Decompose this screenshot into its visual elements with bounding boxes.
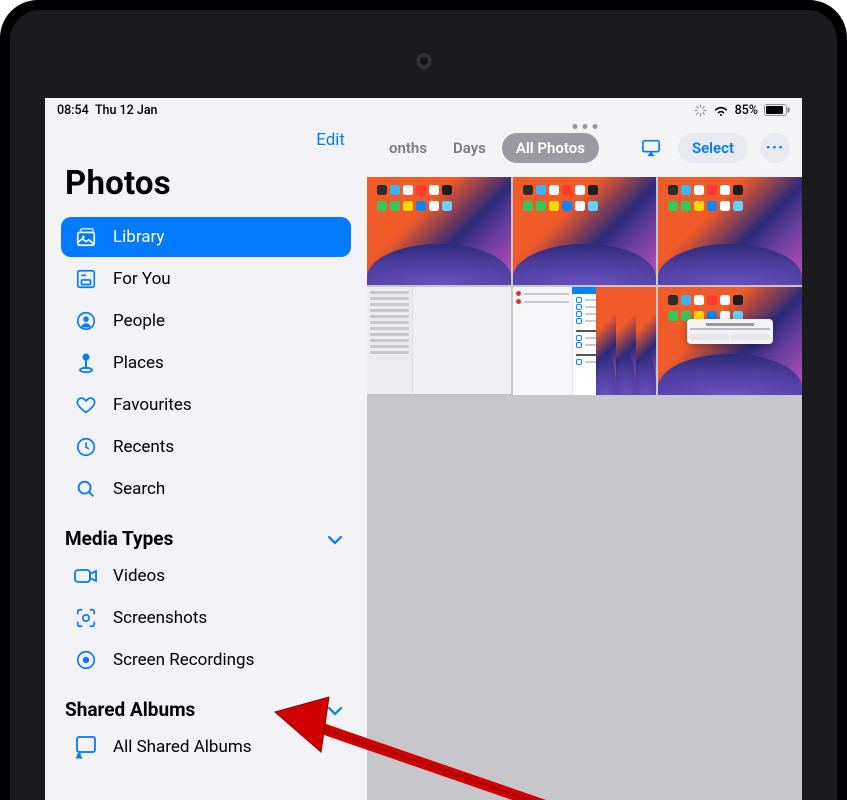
sidebar-title: Photos	[61, 158, 351, 217]
segment-days[interactable]: Days	[443, 133, 496, 163]
status-bar: 08:54 Thu 12 Jan 85%	[45, 98, 802, 120]
sidebar-item-label: Recents	[113, 437, 174, 457]
chevron-down-icon	[327, 527, 343, 550]
front-camera	[416, 53, 432, 69]
loading-icon	[694, 104, 707, 117]
screen-record-icon	[73, 647, 99, 673]
sidebar-item-videos[interactable]: Videos	[61, 556, 351, 596]
wifi-icon	[713, 104, 729, 116]
photo-thumbnail[interactable]	[367, 177, 511, 285]
section-title: Media Types	[65, 527, 173, 550]
photo-thumbnail[interactable]	[513, 287, 657, 395]
select-button[interactable]: Select	[678, 133, 748, 163]
video-icon	[73, 563, 99, 589]
clock-icon	[73, 434, 99, 460]
sidebar-item-all-shared-albums[interactable]: All Shared Albums	[61, 727, 351, 767]
search-icon	[73, 476, 99, 502]
segment-months[interactable]: onths	[379, 133, 437, 163]
photos-app: Edit Photos Library For You	[45, 120, 802, 800]
sidebar-item-label: Screen Recordings	[113, 650, 254, 670]
sidebar-item-for-you[interactable]: For You	[61, 259, 351, 299]
section-title: Shared Albums	[65, 698, 195, 721]
screenshots-icon	[73, 605, 99, 631]
chevron-down-icon	[327, 698, 343, 721]
more-button[interactable]: ···	[760, 133, 790, 163]
sidebar-item-screen-recordings[interactable]: Screen Recordings	[61, 640, 351, 680]
sidebar-item-label: Favourites	[113, 395, 192, 415]
people-icon	[73, 308, 99, 334]
device-frame: 08:54 Thu 12 Jan 85% Edit Photos	[0, 0, 847, 800]
battery-percent: 85%	[735, 103, 758, 118]
segment-all-photos[interactable]: All Photos	[502, 133, 599, 163]
sidebar-nav: Library For You People Places	[61, 217, 351, 509]
battery-icon	[764, 104, 790, 116]
photo-library-icon	[73, 224, 99, 250]
status-date: Thu 12 Jan	[95, 103, 158, 118]
sidebar-item-label: People	[113, 311, 165, 331]
heart-icon	[73, 392, 99, 418]
photo-thumbnail[interactable]	[513, 177, 657, 285]
status-left: 08:54 Thu 12 Jan	[57, 103, 158, 118]
sidebar-item-places[interactable]: Places	[61, 343, 351, 383]
sidebar-item-screenshots[interactable]: Screenshots	[61, 598, 351, 638]
sidebar-item-label: All Shared Albums	[113, 737, 252, 757]
edit-button[interactable]: Edit	[316, 130, 345, 150]
screen: 08:54 Thu 12 Jan 85% Edit Photos	[45, 98, 802, 800]
for-you-icon	[73, 266, 99, 292]
section-header-shared-albums[interactable]: Shared Albums	[61, 680, 351, 727]
sidebar-item-label: Places	[113, 353, 164, 373]
sidebar-item-label: For You	[113, 269, 171, 289]
sidebar-item-search[interactable]: Search	[61, 469, 351, 509]
sidebar-item-label: Library	[113, 227, 164, 247]
sidebar-item-people[interactable]: People	[61, 301, 351, 341]
airplay-button[interactable]	[636, 133, 666, 163]
sidebar-item-label: Search	[113, 479, 165, 499]
places-icon	[73, 350, 99, 376]
device-bezel: 08:54 Thu 12 Jan 85% Edit Photos	[10, 10, 837, 800]
sidebar: Edit Photos Library For You	[45, 120, 367, 800]
airplay-icon	[640, 138, 662, 158]
status-right: 85%	[694, 103, 790, 118]
status-time: 08:54	[57, 103, 89, 118]
sidebar-item-favourites[interactable]: Favourites	[61, 385, 351, 425]
section-header-media-types[interactable]: Media Types	[61, 509, 351, 556]
photo-grid	[367, 177, 802, 395]
more-icon: ···	[766, 138, 784, 158]
shared-album-icon	[73, 734, 99, 760]
sidebar-item-label: Videos	[113, 566, 165, 586]
sidebar-item-recents[interactable]: Recents	[61, 427, 351, 467]
main-content: onths Days All Photos Select ···	[367, 120, 802, 800]
sidebar-item-library[interactable]: Library	[61, 217, 351, 257]
photo-thumbnail[interactable]	[658, 177, 802, 285]
multitask-dots[interactable]	[572, 124, 597, 129]
sidebar-item-label: Screenshots	[113, 608, 207, 628]
view-segments: onths Days All Photos	[379, 133, 599, 163]
photo-thumbnail[interactable]	[658, 287, 802, 395]
photo-thumbnail[interactable]	[367, 287, 511, 395]
